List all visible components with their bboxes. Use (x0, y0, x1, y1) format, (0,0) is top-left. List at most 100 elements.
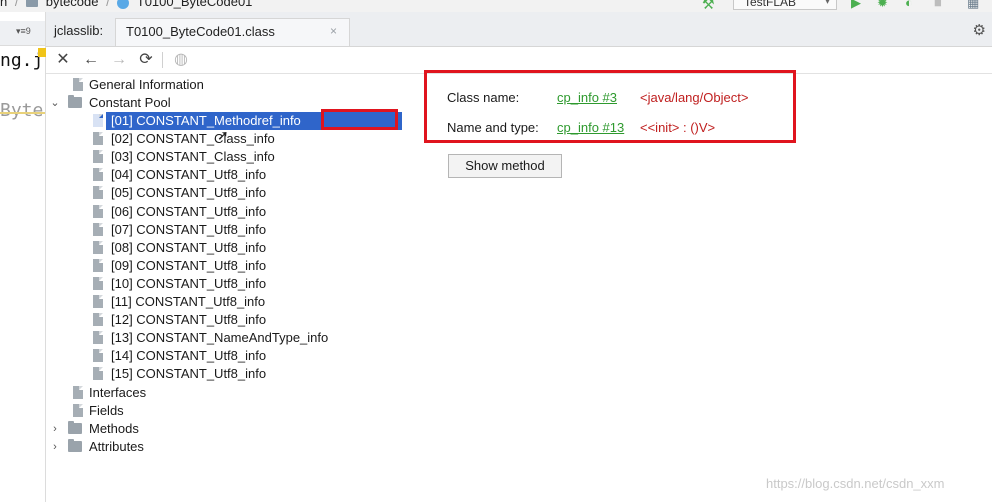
tree-item-constant[interactable]: [12] CONSTANT_Utf8_info (46, 311, 426, 329)
code-line[interactable]: ng.j (0, 50, 43, 71)
tree-item-attributes[interactable]: › Attributes (46, 438, 426, 456)
tree-item-constant[interactable]: [07] CONSTANT_Utf8_info (46, 221, 426, 239)
tree-item-constant[interactable]: [14] CONSTANT_Utf8_info (46, 347, 426, 365)
tree-item-interfaces[interactable]: Interfaces (46, 384, 426, 402)
chevron-down-icon[interactable]: ⌄ (49, 94, 61, 112)
class-name-value: <java/lang/Object> (640, 90, 749, 105)
document-icon (93, 258, 103, 272)
folder-icon (68, 95, 82, 108)
tree-item-constant[interactable]: [02] CONSTANT_Class_info (46, 130, 426, 148)
class-structure-tree: General Information ⌄ Constant Pool [01]… (46, 74, 426, 502)
tree-item-label: Methods (89, 421, 139, 436)
tree-item-constant[interactable]: [06] CONSTANT_Utf8_info (46, 203, 426, 221)
code-line[interactable]: Byte (0, 100, 43, 121)
tree-item-label: [06] CONSTANT_Utf8_info (111, 203, 267, 219)
breadcrumb-bar: n / bytecode / T0100_ByteCode01 ⚒ TestFL… (0, 0, 992, 12)
document-icon (73, 404, 83, 417)
tree-item-constant[interactable]: [09] CONSTANT_Utf8_info (46, 257, 426, 275)
document-icon (93, 331, 103, 345)
folder-icon (68, 439, 82, 452)
back-arrow-icon[interactable]: ← (81, 50, 101, 70)
tree-item-label: Constant Pool (89, 95, 171, 110)
run-icon[interactable]: ▶ (851, 0, 861, 11)
tree-item-label: [08] CONSTANT_Utf8_info (111, 239, 267, 255)
folder-icon (68, 421, 82, 434)
document-icon (93, 150, 103, 164)
breadcrumb-module[interactable]: bytecode (46, 0, 99, 9)
refresh-icon[interactable]: ⟳ (136, 50, 156, 70)
document-icon (73, 386, 83, 399)
mouse-cursor-icon: ➚ (217, 127, 229, 143)
structure-icon[interactable]: ▦ (967, 0, 979, 11)
tab-class-file[interactable]: T0100_ByteCode01.class × (115, 18, 350, 46)
close-icon[interactable]: × (330, 24, 337, 38)
tree-item-label: [14] CONSTANT_Utf8_info (111, 348, 267, 364)
tree-item-label: [07] CONSTANT_Utf8_info (111, 221, 267, 237)
tree-item-fields[interactable]: Fields (46, 402, 426, 420)
run-config-select[interactable]: TestFLAB ▾ (733, 0, 837, 10)
line-highlight (0, 112, 45, 114)
tree-item-constant[interactable]: [08] CONSTANT_Utf8_info (46, 239, 426, 257)
tree-item-label: Interfaces (89, 385, 147, 400)
tree-item-label: [12] CONSTANT_Utf8_info (111, 312, 267, 328)
highlight-box (321, 109, 398, 130)
tree-item-label: [15] CONSTANT_Utf8_info (111, 366, 267, 382)
document-icon (93, 204, 103, 218)
tree-item-constant[interactable]: [04] CONSTANT_Utf8_info (46, 166, 426, 184)
tab-label: T0100_ByteCode01.class (126, 24, 275, 39)
browser-icon[interactable]: ◍ (171, 50, 191, 70)
tree-item-constant[interactable]: [10] CONSTANT_Utf8_info (46, 275, 426, 293)
document-icon (93, 240, 103, 254)
forward-arrow-icon[interactable]: → (109, 50, 129, 70)
stop-icon[interactable]: ■ (934, 0, 942, 10)
show-method-button[interactable]: Show method (448, 154, 562, 178)
tree-item-label: [01] CONSTANT_Methodref_info (111, 113, 301, 128)
document-icon (93, 367, 103, 381)
tree-item-label: Fields (89, 403, 124, 418)
close-icon[interactable]: ✕ (53, 50, 73, 70)
gear-icon[interactable]: ⚙ (973, 21, 986, 39)
tree-item-constant[interactable]: [03] CONSTANT_Class_info (46, 148, 426, 166)
breadcrumb-separator: / (14, 0, 19, 9)
class-name-label: Class name: (447, 90, 520, 105)
tree-item-general-information[interactable]: General Information (46, 76, 426, 94)
document-icon (93, 349, 103, 363)
debug-icon[interactable]: ✹ (877, 0, 888, 11)
breadcrumb-class[interactable]: T0100_ByteCode01 (137, 0, 253, 9)
name-type-value: <<init> : ()V> (640, 120, 716, 135)
watermark: https://blog.csdn.net/csdn_xxm (766, 476, 945, 491)
warning-marker (38, 48, 46, 57)
chevron-right-icon[interactable]: › (49, 438, 61, 456)
tree-item-constant[interactable]: [15] CONSTANT_Utf8_info (46, 365, 426, 383)
tree-item-label: General Information (89, 77, 204, 92)
document-icon (73, 78, 83, 91)
jclasslib-tabbar: jclasslib: T0100_ByteCode01.class × ⚙ (46, 12, 992, 47)
folder-icon (26, 0, 39, 8)
tree-item-label: [03] CONSTANT_Class_info (111, 149, 275, 165)
chevron-down-icon: ▾ (824, 0, 830, 7)
tree-item-constant[interactable]: [05] CONSTANT_Utf8_info (46, 184, 426, 202)
tree-item-constant[interactable]: [11] CONSTANT_Utf8_info (46, 293, 426, 311)
tree-item-label: [04] CONSTANT_Utf8_info (111, 167, 267, 183)
tree-item-methods[interactable]: › Methods (46, 420, 426, 438)
breadcrumb: n / bytecode / T0100_ByteCode01 (0, 0, 252, 9)
class-icon (117, 0, 130, 9)
document-icon (93, 132, 103, 146)
document-icon (93, 186, 103, 200)
breadcrumb-project[interactable]: n (0, 0, 7, 9)
tree-item-label: [13] CONSTANT_NameAndType_info (111, 330, 329, 346)
tree-item-label: Attributes (89, 439, 144, 454)
chevron-right-icon[interactable]: › (49, 420, 61, 438)
document-icon (93, 276, 103, 290)
document-icon (93, 313, 103, 327)
class-name-link[interactable]: cp_info #3 (557, 90, 617, 105)
tree-item-label: [02] CONSTANT_Class_info (111, 131, 275, 147)
tree-item-constant[interactable]: [13] CONSTANT_NameAndType_info (46, 329, 426, 347)
tree-item-label: [10] CONSTANT_Utf8_info (111, 275, 267, 291)
name-type-link[interactable]: cp_info #13 (557, 120, 624, 135)
build-hammer-icon[interactable]: ⚒ (702, 0, 715, 12)
document-icon (93, 114, 103, 127)
editor-tab-header[interactable]: ▾≡9 (0, 21, 45, 46)
editor-tab-controls[interactable]: ▾≡9 (16, 26, 31, 37)
coverage-icon[interactable]: ◐ (905, 0, 913, 10)
